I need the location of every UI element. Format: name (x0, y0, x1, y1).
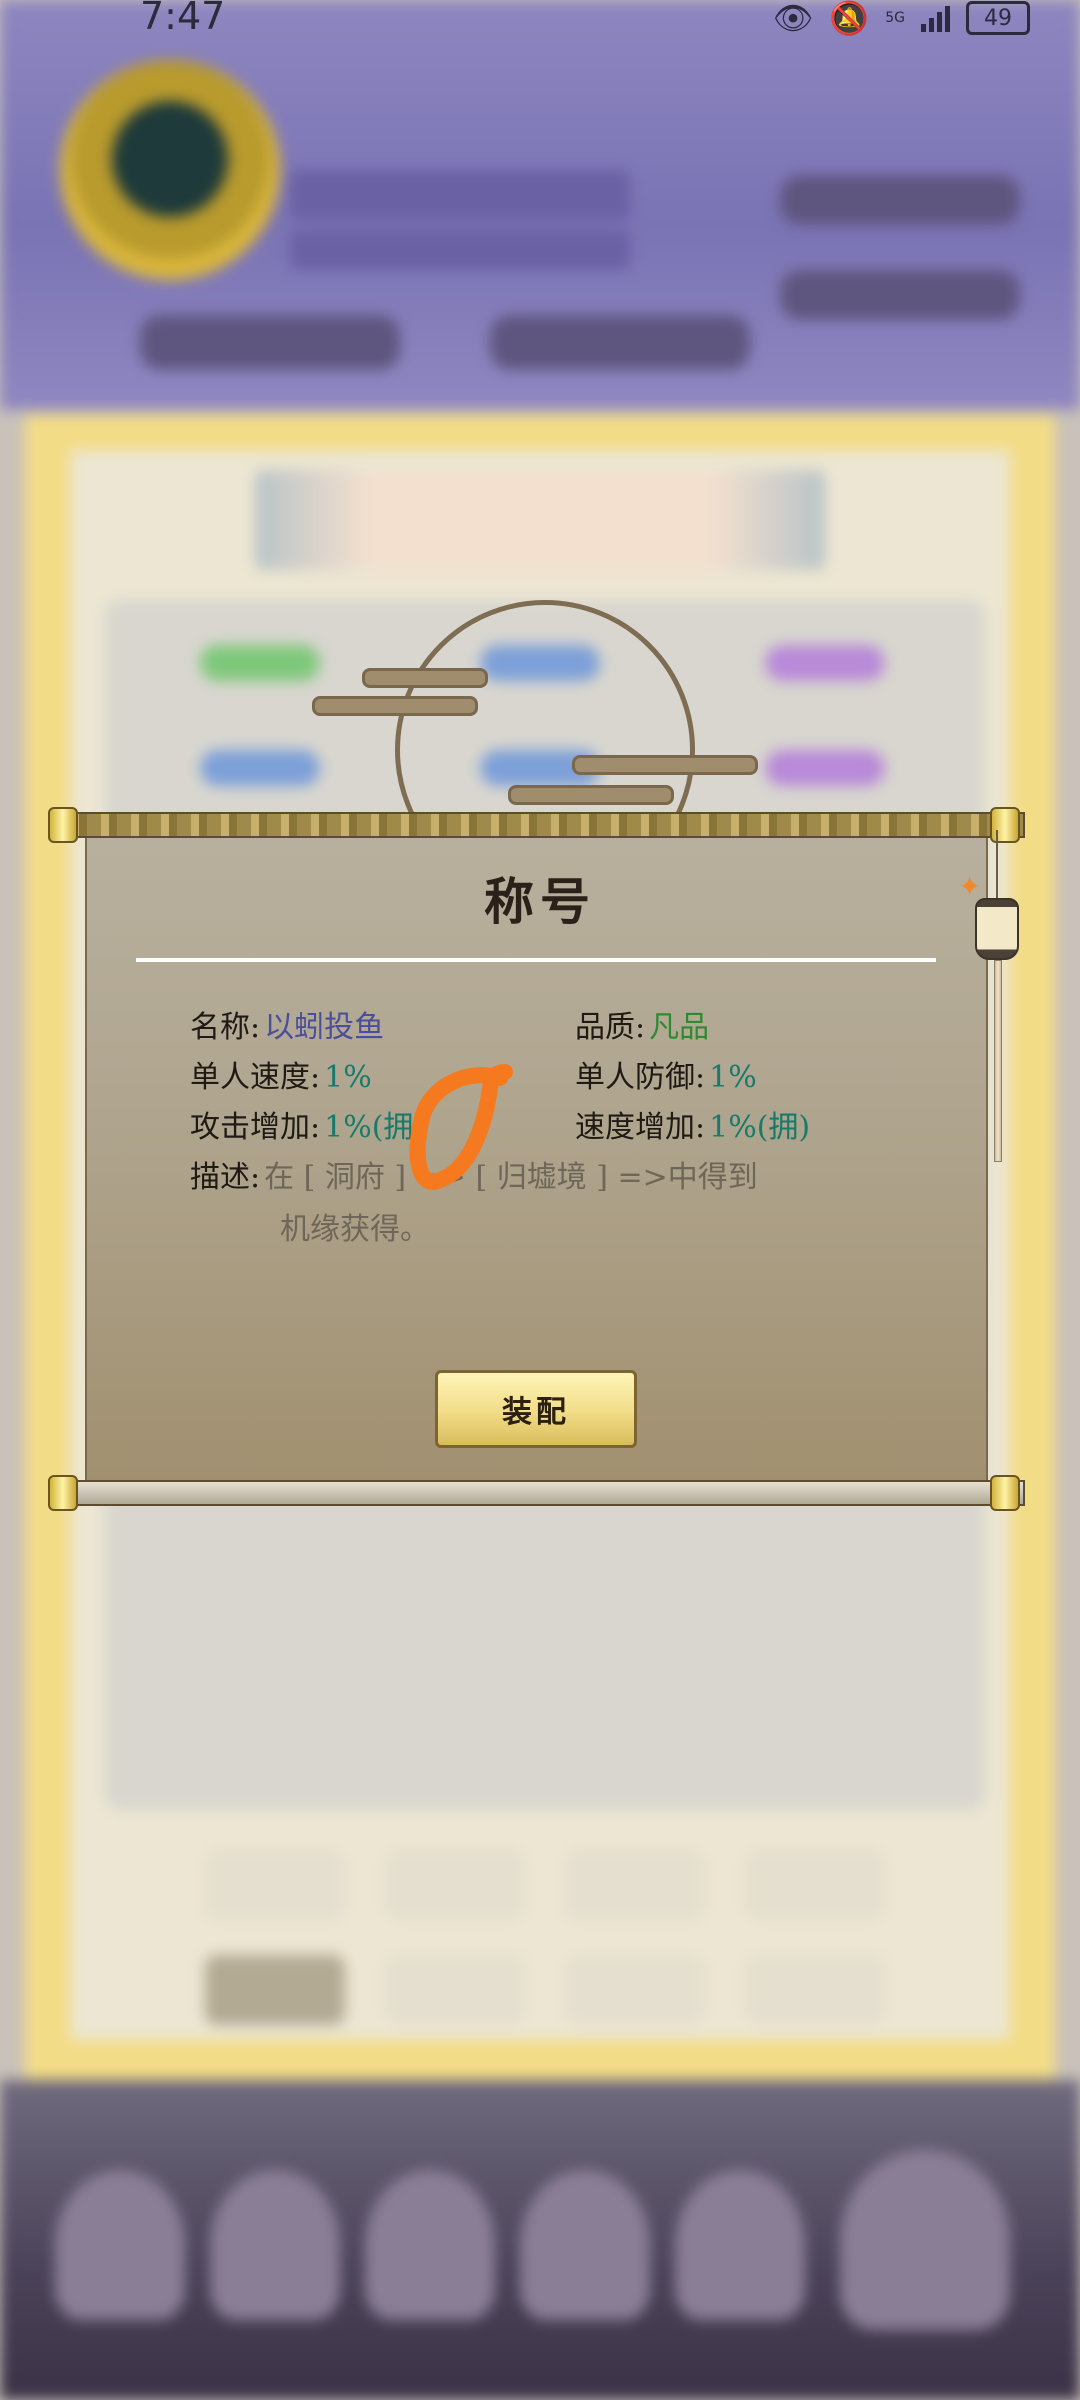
annotation-stroke (409, 1064, 513, 1190)
handdrawn-annotation (409, 1064, 513, 1190)
